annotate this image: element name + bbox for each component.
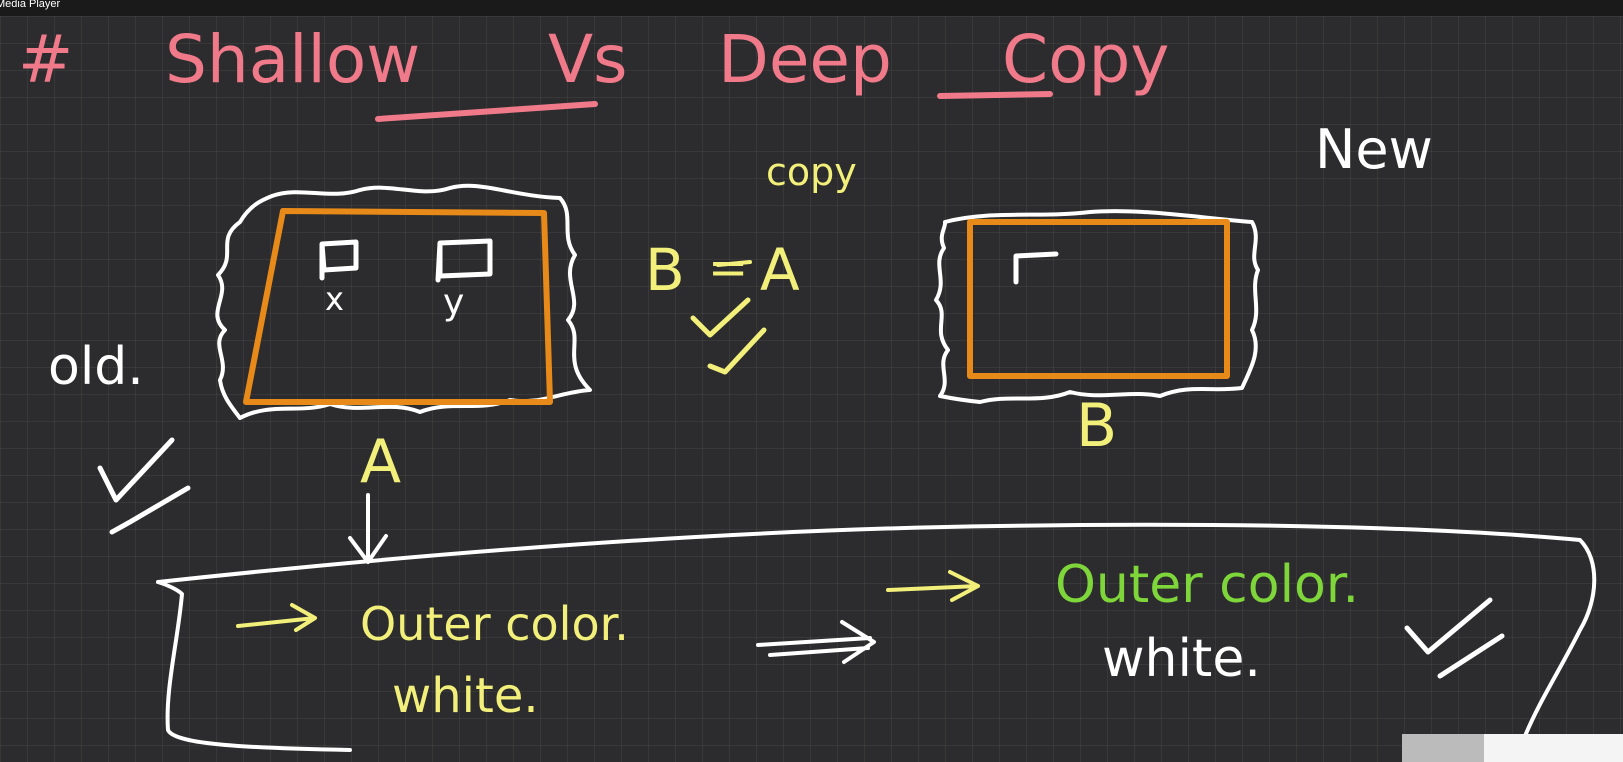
window-titlebar: Media Player bbox=[0, 0, 1623, 16]
whiteboard-canvas[interactable]: # Shallow Vs Deep Copy New copy B = A ol… bbox=[0, 16, 1623, 762]
down-arrow bbox=[348, 493, 388, 564]
mid-yellow-arrow bbox=[886, 570, 980, 602]
thumbnail-image bbox=[1402, 734, 1484, 762]
right-checkmark-1 bbox=[1404, 597, 1493, 655]
heading-copy: Copy bbox=[1002, 21, 1169, 98]
label-eq: = bbox=[708, 240, 748, 296]
window-title: Media Player bbox=[0, 0, 61, 10]
note-right-line2: white. bbox=[1102, 629, 1261, 689]
video-thumbnail-preview[interactable] bbox=[1402, 734, 1623, 762]
object-b-label: B bbox=[1076, 391, 1117, 461]
label-a: A bbox=[760, 236, 800, 304]
object-a-box bbox=[243, 208, 553, 405]
label-new: New bbox=[1315, 118, 1433, 181]
note-left-line2: white. bbox=[392, 668, 539, 724]
heading-hash: # bbox=[18, 21, 73, 98]
object-a-field-y-label: y bbox=[443, 282, 464, 323]
object-a-field-x-label: x bbox=[325, 280, 344, 318]
object-a-field-x-box bbox=[319, 239, 359, 281]
label-b: B bbox=[645, 236, 685, 304]
heading-shallow: Shallow bbox=[165, 21, 420, 98]
object-a-label: A bbox=[360, 427, 401, 497]
copy-checkmark-2 bbox=[707, 327, 767, 375]
whiteboard-drawing: # Shallow Vs Deep Copy New copy B = A ol… bbox=[18, 21, 1597, 752]
old-checkmark-1 bbox=[97, 437, 175, 503]
heading-vs: Vs bbox=[548, 21, 628, 98]
heading-underline-vs bbox=[375, 101, 598, 122]
object-a-field-y-box bbox=[435, 238, 493, 283]
note-right-line1: Outer color. bbox=[1055, 555, 1359, 615]
copy-checkmark-1 bbox=[690, 297, 751, 338]
white-arrow bbox=[756, 620, 876, 664]
left-yellow-arrow bbox=[236, 603, 317, 632]
right-checkmark-2 bbox=[1437, 633, 1505, 679]
heading-deep: Deep bbox=[718, 21, 892, 98]
note-left-line1: Outer color. bbox=[360, 597, 629, 651]
object-b-box bbox=[967, 219, 1230, 379]
object-b-field-stroke bbox=[1013, 251, 1059, 285]
label-copy: copy bbox=[766, 150, 857, 194]
object-a-outline bbox=[215, 183, 592, 420]
label-old: old. bbox=[48, 337, 144, 397]
